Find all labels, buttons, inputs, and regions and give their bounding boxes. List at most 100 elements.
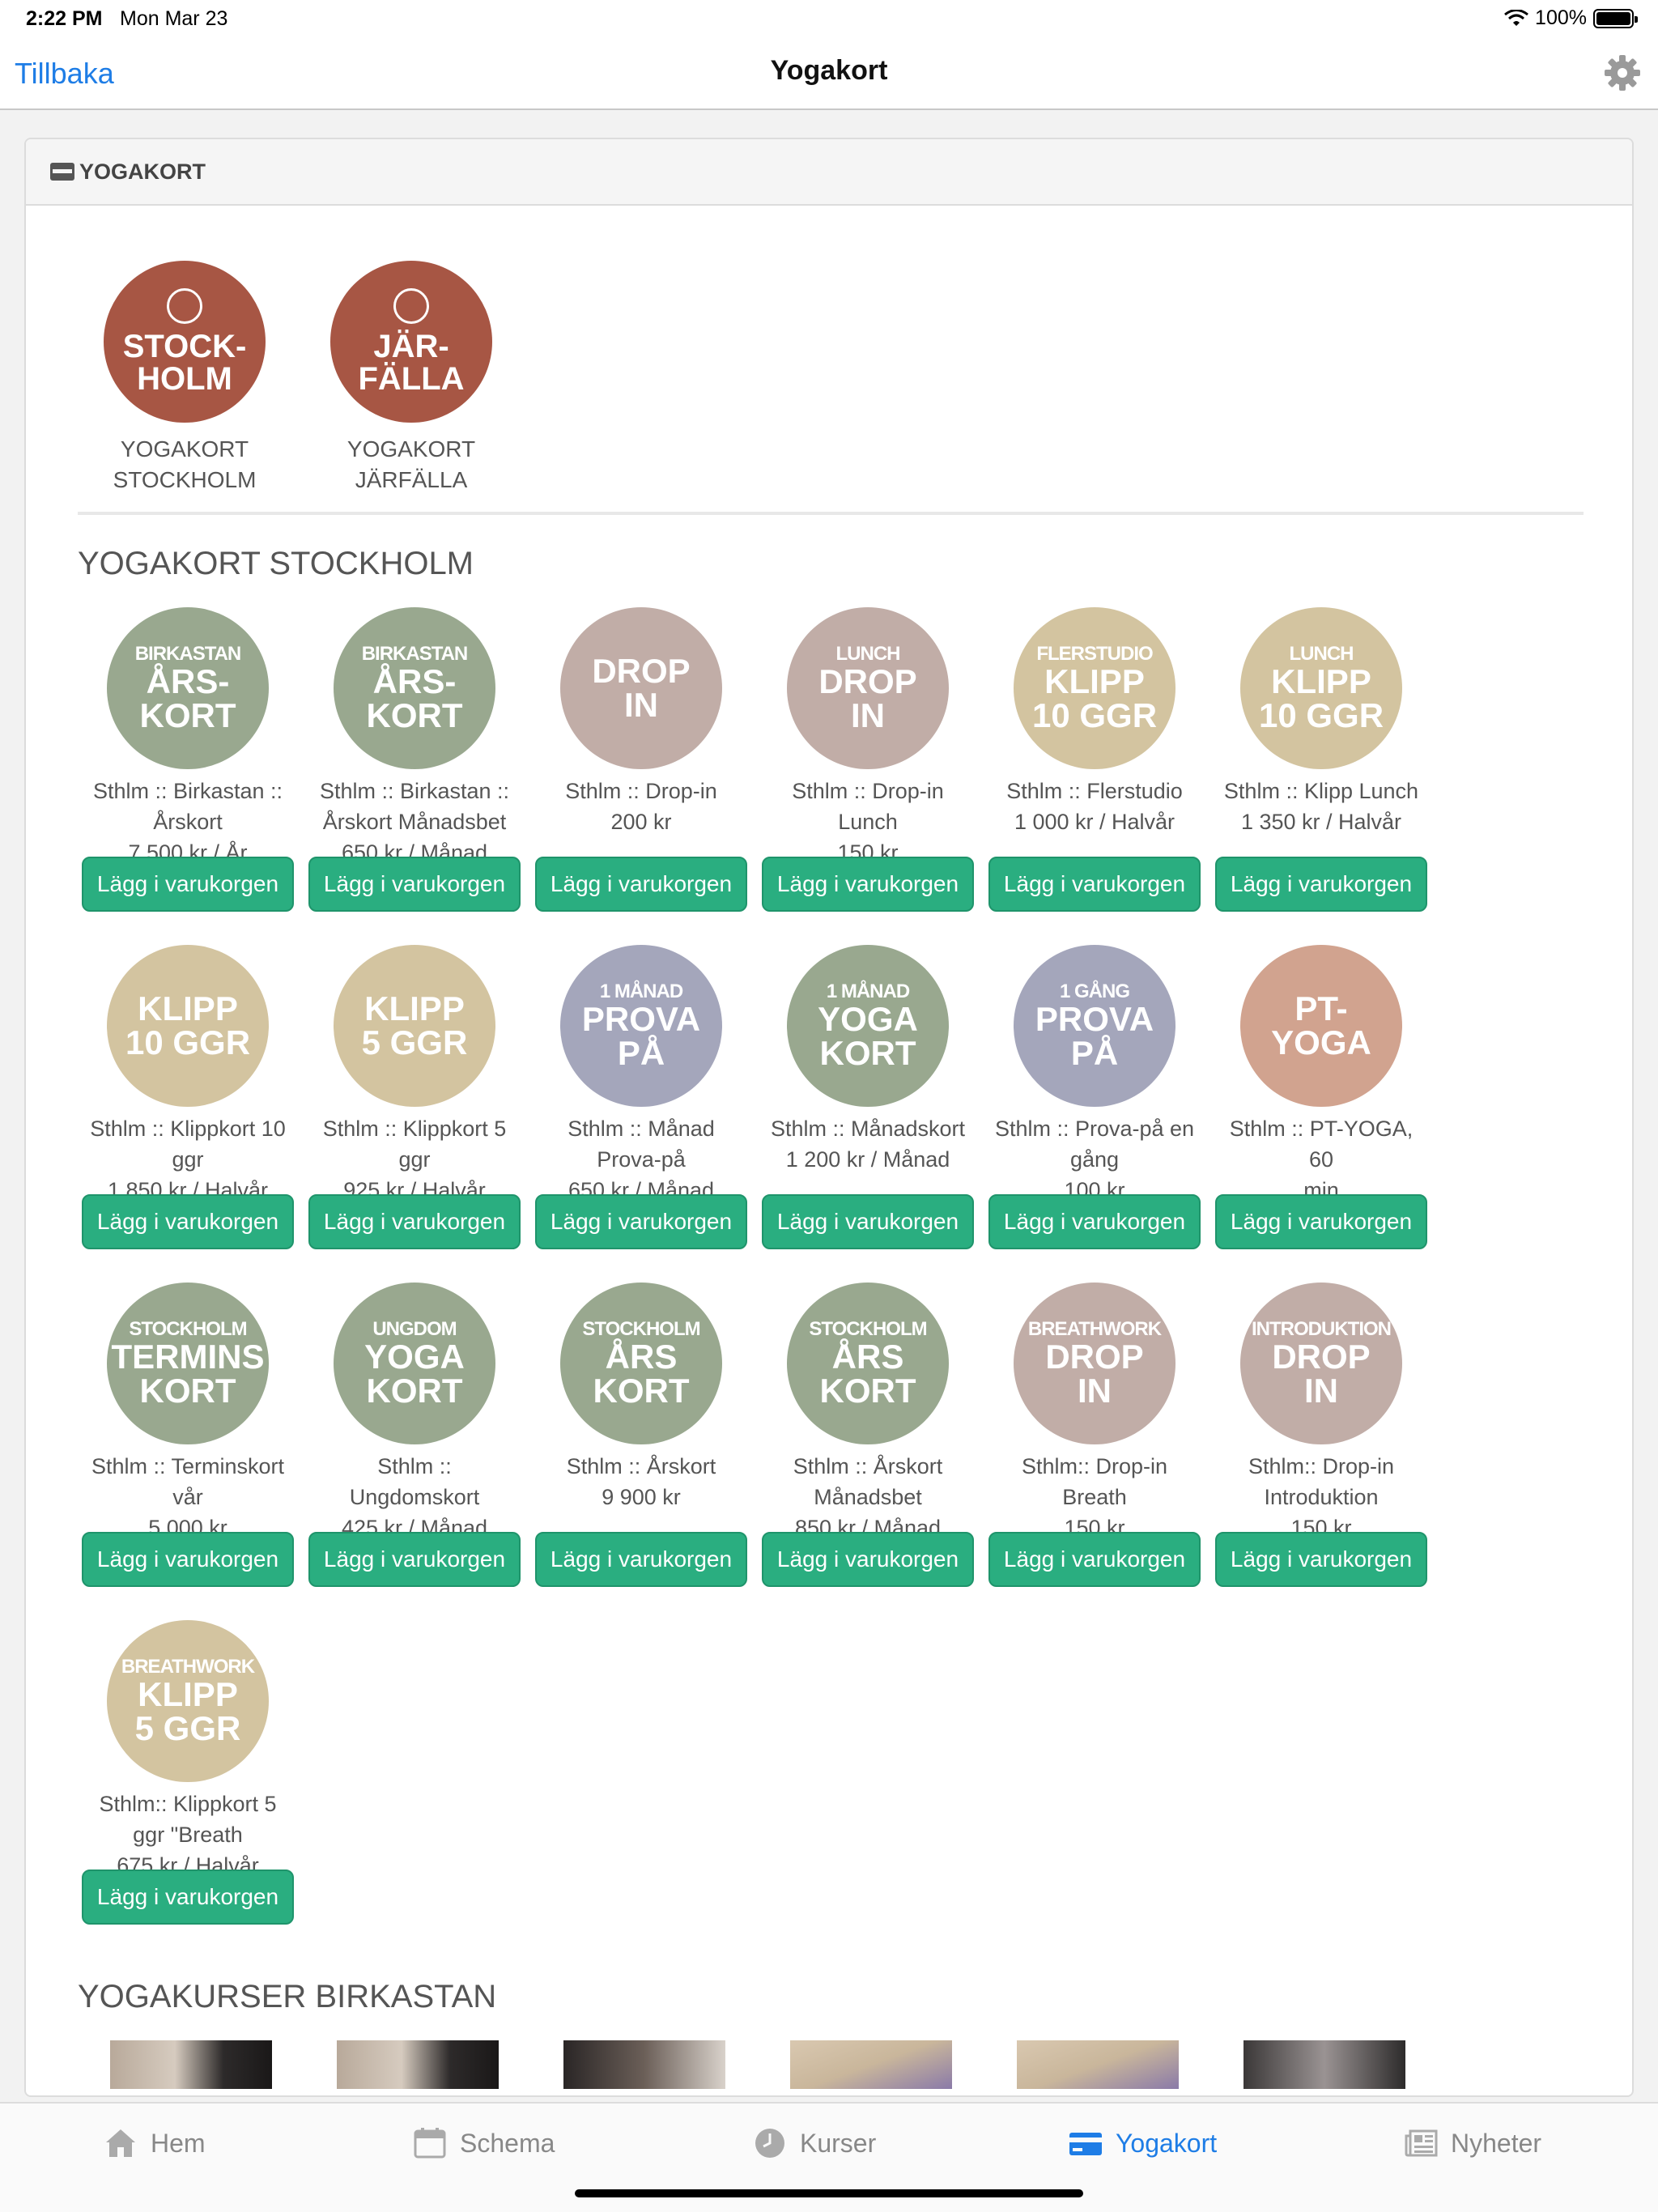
course-thumbnail[interactable] bbox=[1017, 2040, 1179, 2089]
product-name-line: Lunch bbox=[838, 810, 898, 834]
add-to-cart-button[interactable]: Lägg i varukorgen bbox=[1215, 1532, 1427, 1587]
product-card[interactable]: KLIPP 5 GGR Sthlm :: Klippkort 5 ggr 925 kr … bbox=[308, 945, 521, 1253]
course-list bbox=[110, 2040, 1405, 2089]
add-to-cart-button[interactable]: Lägg i varukorgen bbox=[1215, 1194, 1427, 1249]
product-card[interactable]: STOCKHOLM ÅRS KORT Sthlm :: Årskort Månadsbe… bbox=[762, 1283, 974, 1590]
tab-kurser[interactable]: Kurser bbox=[753, 2126, 876, 2160]
badge-main-text: IN bbox=[1078, 1372, 1112, 1410]
add-to-cart-button[interactable]: Lägg i varukorgen bbox=[535, 857, 747, 912]
tab-yogakort[interactable]: Yogakort bbox=[1069, 2126, 1217, 2160]
badge-main-text: KLIPP bbox=[138, 989, 238, 1027]
tab-label: Hem bbox=[151, 2128, 206, 2158]
newspaper-icon bbox=[1405, 2129, 1438, 2157]
add-to-cart-button[interactable]: Lägg i varukorgen bbox=[82, 1532, 294, 1587]
product-name-line: Sthlm :: Månad bbox=[568, 1117, 715, 1141]
product-card[interactable]: STOCKHOLM ÅRS KORT Sthlm :: Årskort 9 900 kr… bbox=[535, 1283, 747, 1590]
product-card[interactable]: FLERSTUDIO KLIPP 10 GGRSthlm :: Flerstudio… bbox=[988, 607, 1201, 915]
product-card[interactable]: 1 GÅNG PROVA PÅ Sthlm :: Prova-på en gång 100… bbox=[988, 945, 1201, 1253]
location-list: STOCK- HOLM YOGAKORT STOCKHOLM JÄR- FÄLL… bbox=[87, 261, 508, 496]
product-price: 200 kr bbox=[610, 810, 672, 834]
course-thumbnail[interactable] bbox=[337, 2040, 499, 2089]
badge-main-text: IN bbox=[851, 696, 885, 734]
location-stockholm[interactable]: STOCK- HOLM YOGAKORT STOCKHOLM bbox=[87, 261, 282, 496]
product-name-line: ggr bbox=[172, 1147, 204, 1172]
badge-main-text: ÅRS bbox=[831, 1338, 904, 1376]
calendar-icon bbox=[414, 2128, 446, 2159]
location-badge: JÄR- FÄLLA bbox=[330, 261, 492, 423]
tab-label: Yogakort bbox=[1116, 2128, 1218, 2158]
product-price: 1 350 kr / Halvår bbox=[1240, 810, 1402, 834]
product-card[interactable]: KLIPP 10 GGR Sthlm :: Klippkort 10 ggr 1 850… bbox=[82, 945, 294, 1253]
product-name-line: Sthlm:: Klippkort 5 bbox=[99, 1792, 277, 1816]
add-to-cart-button[interactable]: Lägg i varukorgen bbox=[535, 1532, 747, 1587]
add-to-cart-button[interactable]: Lägg i varukorgen bbox=[308, 857, 521, 912]
course-thumbnail[interactable] bbox=[110, 2040, 272, 2089]
product-name-line: Årskort bbox=[153, 810, 223, 834]
badge-main-text: KLIPP bbox=[364, 989, 465, 1027]
product-name: Sthlm :: PT-YOGA, 60 min bbox=[1216, 1113, 1426, 1206]
badge-line: FÄLLA bbox=[358, 361, 465, 397]
product-card[interactable]: INTRODUKTION DROP IN Sthlm:: Drop-in Introdu… bbox=[1215, 1283, 1427, 1590]
product-badge: 1 MÅNAD PROVA PÅ bbox=[560, 945, 722, 1107]
location-jarfalla[interactable]: JÄR- FÄLLA YOGAKORT JÄRFÄLLA bbox=[314, 261, 508, 496]
badge-main-text: ÅRS bbox=[605, 1338, 678, 1376]
product-name-line: Ungdomskort bbox=[349, 1485, 480, 1509]
product-badge: 1 GÅNG PROVA PÅ bbox=[1014, 945, 1175, 1107]
product-name: Sthlm :: Flerstudio bbox=[989, 776, 1200, 806]
product-name-line: Sthlm :: Klippkort 10 bbox=[90, 1117, 286, 1141]
badge-main-text: YOGA bbox=[1271, 1023, 1371, 1061]
clock-icon bbox=[755, 2129, 784, 2158]
course-thumbnail[interactable] bbox=[1244, 2040, 1405, 2089]
add-to-cart-button[interactable]: Lägg i varukorgen bbox=[762, 1194, 974, 1249]
tab-nyheter[interactable]: Nyheter bbox=[1404, 2126, 1541, 2160]
add-to-cart-button[interactable]: Lägg i varukorgen bbox=[308, 1532, 521, 1587]
product-badge: BIRKASTAN ÅRS- KORT bbox=[334, 607, 495, 769]
product-badge: FLERSTUDIO KLIPP 10 GGR bbox=[1014, 607, 1175, 769]
badge-main-text: PÅ bbox=[617, 1034, 665, 1072]
badge-main-text: 10 GGR bbox=[1258, 696, 1384, 734]
add-to-cart-button[interactable]: Lägg i varukorgen bbox=[82, 1194, 294, 1249]
product-card[interactable]: BREATHWORK DROP IN Sthlm:: Drop-in Breath 150… bbox=[988, 1283, 1201, 1590]
gear-icon[interactable] bbox=[1603, 53, 1642, 92]
product-card[interactable]: PT-YOGASthlm :: PT-YOGA, 60min950 krLägg… bbox=[1215, 945, 1427, 1253]
product-card[interactable]: BREATHWORK KLIPP 5 GGR Sthlm:: Klippkort 5g… bbox=[82, 1620, 294, 1928]
product-card[interactable]: 1 MÅNAD PROVA PÅ Sthlm :: Månad Prova-på 650 … bbox=[535, 945, 747, 1253]
course-thumbnail[interactable] bbox=[563, 2040, 725, 2089]
badge-main-text: DROP bbox=[592, 652, 691, 690]
course-thumbnail[interactable] bbox=[790, 2040, 952, 2089]
location-label-line: JÄRFÄLLA bbox=[355, 467, 468, 492]
location-label-line: YOGAKORT bbox=[120, 436, 249, 462]
product-card[interactable]: LUNCH KLIPP 10 GGR Sthlm :: Klipp Lunch 1 35… bbox=[1215, 607, 1427, 915]
add-to-cart-button[interactable]: Lägg i varukorgen bbox=[1215, 857, 1427, 912]
add-to-cart-button[interactable]: Lägg i varukorgen bbox=[82, 857, 294, 912]
tab-schema[interactable]: Schema bbox=[413, 2126, 555, 2160]
add-to-cart-button[interactable]: Lägg i varukorgen bbox=[762, 1532, 974, 1587]
add-to-cart-button[interactable]: Lägg i varukorgen bbox=[988, 857, 1201, 912]
add-to-cart-button[interactable]: Lägg i varukorgen bbox=[535, 1194, 747, 1249]
add-to-cart-button[interactable]: Lägg i varukorgen bbox=[988, 1194, 1201, 1249]
product-card[interactable]: STOCKHOLM TERMINS KORT Sthlm :: Terminskort… bbox=[82, 1283, 294, 1590]
product-card[interactable]: UNGDOM YOGA KORT Sthlm :: Ungdomskort 425 kr … bbox=[308, 1283, 521, 1590]
badge-main-text: PÅ bbox=[1070, 1034, 1119, 1072]
badge-main-text: PROVA bbox=[1035, 1000, 1154, 1038]
product-card[interactable]: DROP IN Sthlm :: Drop-in 200 kr Lägg i varuk… bbox=[535, 607, 747, 915]
badge-main-text: YOGA bbox=[818, 1000, 918, 1038]
product-name-line: Sthlm :: Årskort bbox=[566, 1454, 716, 1478]
badge-main-text: KORT bbox=[366, 696, 463, 734]
product-card[interactable]: BIRKASTAN ÅRS- KORT Sthlm :: Birkastan :: År… bbox=[82, 607, 294, 915]
add-to-cart-button[interactable]: Lägg i varukorgen bbox=[988, 1532, 1201, 1587]
product-card[interactable]: LUNCH DROP IN Sthlm :: Drop-in Lunch 150 kr Lä… bbox=[762, 607, 974, 915]
tab-hem[interactable]: Hem bbox=[104, 2126, 206, 2160]
add-to-cart-button[interactable]: Lägg i varukorgen bbox=[762, 857, 974, 912]
emblem-icon bbox=[393, 288, 429, 324]
add-to-cart-button[interactable]: Lägg i varukorgen bbox=[308, 1194, 521, 1249]
product-name-line: Sthlm :: Drop-in bbox=[792, 779, 944, 803]
add-to-cart-button[interactable]: Lägg i varukorgen bbox=[82, 1870, 294, 1925]
product-name: Sthlm :: Drop-inLunch bbox=[763, 776, 973, 837]
product-badge: KLIPP 5 GGR bbox=[334, 945, 495, 1107]
product-card[interactable]: BIRKASTAN ÅRS- KORT Sthlm :: Birkastan :: År… bbox=[308, 607, 521, 915]
product-card[interactable]: 1 MÅNAD YOGA KORT Sthlm :: Månadskort 1 200 … bbox=[762, 945, 974, 1253]
badge-main-text: 5 GGR bbox=[134, 1709, 241, 1747]
product-badge: KLIPP 10 GGR bbox=[107, 945, 269, 1107]
section-title-courses: YOGAKURSER BIRKASTAN bbox=[78, 1979, 497, 2014]
